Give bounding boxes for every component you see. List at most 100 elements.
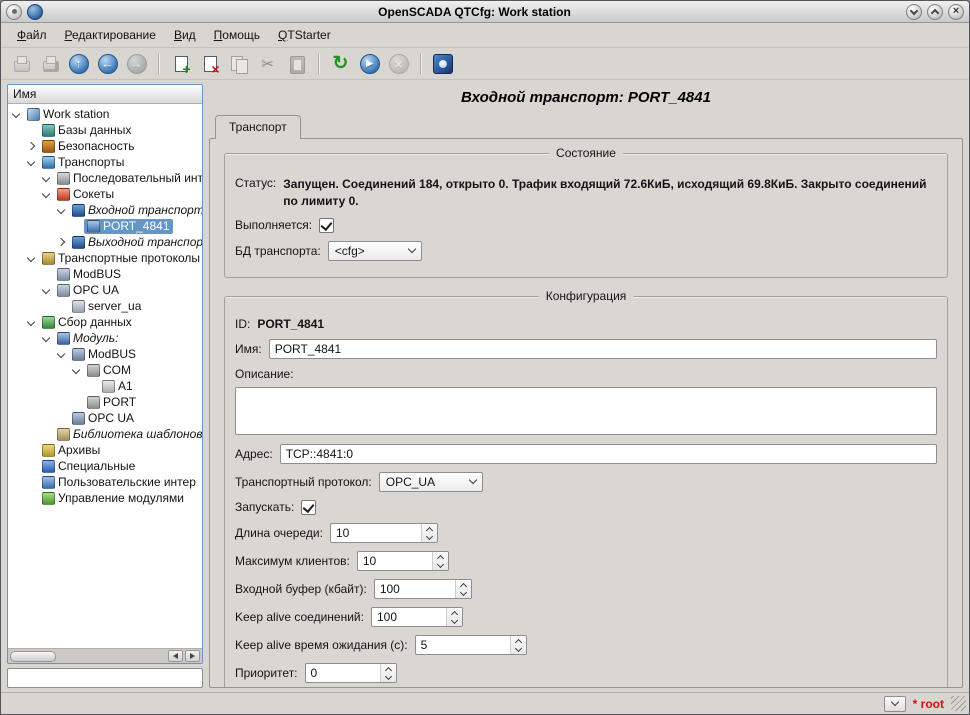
menu-bar: ФайлРедактированиеВидПомощьQTStarter [1, 23, 969, 48]
tree-item[interactable]: Транспортные протоколы [8, 250, 202, 266]
spin-arrows[interactable] [446, 608, 462, 626]
tree-item[interactable]: Сбор данных [8, 314, 202, 330]
description-textarea[interactable] [235, 387, 937, 435]
minimize-button[interactable] [906, 4, 922, 20]
collapse-arrow-icon[interactable] [26, 253, 37, 264]
menu-edit[interactable]: Редактирование [57, 24, 164, 46]
close-button[interactable]: × [948, 4, 964, 20]
tab-transport[interactable]: Транспорт [215, 115, 301, 139]
resize-grip[interactable] [951, 696, 966, 711]
collapse-arrow-icon[interactable] [41, 173, 52, 184]
collapse-arrow-icon[interactable] [41, 333, 52, 344]
max-clients-spinbox[interactable]: 10 [357, 551, 449, 571]
tree-item[interactable]: OPC UA [8, 282, 202, 298]
go-back-button[interactable] [94, 50, 121, 77]
horizontal-scrollbar[interactable] [8, 648, 202, 663]
scrollbar-thumb[interactable] [10, 651, 56, 662]
refresh-item-button[interactable] [327, 50, 354, 77]
tree-item[interactable]: Безопасность [8, 138, 202, 154]
tree-spacer [71, 397, 82, 408]
collapse-arrow-icon[interactable] [56, 205, 67, 216]
collapse-arrow-icon[interactable] [56, 349, 67, 360]
protocol-combobox[interactable]: OPC_UA [379, 472, 483, 492]
tree-item[interactable]: Модуль: [8, 330, 202, 346]
spin-arrows[interactable] [421, 524, 437, 542]
controller-icon [87, 396, 100, 409]
spin-arrows[interactable] [510, 636, 526, 654]
input-buffer-spinbox[interactable]: 100 [374, 579, 472, 599]
tree-item-label: Модуль: [73, 331, 118, 345]
qtstarter-button[interactable] [429, 50, 456, 77]
tree-item-cell: ModBUS [69, 347, 139, 362]
tree-item[interactable]: Входной транспорт: [8, 202, 202, 218]
tree-header[interactable]: Имя [8, 85, 202, 104]
scroll-left-button[interactable] [168, 650, 183, 662]
priority-spinbox[interactable]: 0 [305, 663, 397, 683]
tree-item[interactable]: ModBUS [8, 266, 202, 282]
tree-item[interactable]: Последовательный интер [8, 170, 202, 186]
collapse-arrow-icon[interactable] [41, 189, 52, 200]
left-arrow-icon [170, 653, 178, 659]
collapse-arrow-icon[interactable] [26, 317, 37, 328]
tree-item-cell: Work station [24, 107, 112, 122]
menu-qtstarter[interactable]: QTStarter [270, 24, 339, 46]
spin-arrows[interactable] [380, 664, 396, 682]
app-icon[interactable] [27, 4, 43, 20]
tree-item[interactable]: PORT [8, 394, 202, 410]
pin-icon[interactable] [6, 4, 22, 20]
tree-spacer [26, 445, 37, 456]
tree-item[interactable]: Work station [8, 106, 202, 122]
address-field[interactable]: TCP::4841:0 [280, 444, 937, 464]
paste-item-button [283, 50, 310, 77]
expand-arrow-icon[interactable] [26, 141, 37, 152]
tree-item[interactable]: Управление модулями [8, 490, 202, 506]
menu-file[interactable]: Файл [9, 24, 55, 46]
name-field[interactable]: PORT_4841 [269, 339, 937, 359]
tree-item[interactable]: COM [8, 362, 202, 378]
menu-help[interactable]: Помощь [206, 24, 268, 46]
collapse-arrow-icon[interactable] [26, 157, 37, 168]
tree-item[interactable]: PORT_4841 [8, 218, 202, 234]
tree-item[interactable]: server_ua [8, 298, 202, 314]
tree-item[interactable]: Сокеты [8, 186, 202, 202]
spin-arrows[interactable] [432, 552, 448, 570]
max-clients-row: Максимум клиентов:10 [235, 551, 937, 571]
statusbar-dropdown[interactable] [884, 696, 906, 712]
menu-view[interactable]: Вид [166, 24, 204, 46]
scroll-right-button[interactable] [185, 650, 200, 662]
queue-length-spinbox[interactable]: 10 [330, 523, 438, 543]
tree-item-cell: Транспортные протоколы [39, 251, 202, 266]
go-up-button[interactable] [65, 50, 92, 77]
start-checkbox[interactable] [301, 500, 316, 515]
start-periodic-update-button[interactable] [356, 50, 383, 77]
tree-item[interactable]: A1 [8, 378, 202, 394]
delete-item-button[interactable] [196, 50, 223, 77]
tree-item[interactable]: Базы данных [8, 122, 202, 138]
tree-item[interactable]: Выходной транспорт [8, 234, 202, 250]
running-row: Выполняется: [235, 218, 937, 233]
running-label: Выполняется: [235, 218, 312, 232]
tree-item-cell: Модуль: [54, 331, 121, 346]
tree-item[interactable]: Транспорты [8, 154, 202, 170]
collapse-arrow-icon[interactable] [11, 109, 22, 120]
keep-alive-connections-spinbox[interactable]: 100 [371, 607, 463, 627]
expand-arrow-icon[interactable] [56, 237, 67, 248]
tree-item[interactable]: Архивы [8, 442, 202, 458]
tree-item[interactable]: Специальные [8, 458, 202, 474]
tree-item[interactable]: Пользовательские интер [8, 474, 202, 490]
tree-item[interactable]: ModBUS [8, 346, 202, 362]
collapse-arrow-icon[interactable] [71, 365, 82, 376]
spin-arrows[interactable] [455, 580, 471, 598]
delete-icon [200, 54, 220, 74]
running-checkbox[interactable] [319, 218, 334, 233]
tree-filter-input[interactable] [7, 668, 203, 688]
copy-item-button [225, 50, 252, 77]
title-bar[interactable]: OpenSCADA QTCfg: Work station × [1, 1, 969, 23]
transport-db-combobox[interactable]: <cfg> [328, 241, 422, 261]
collapse-arrow-icon[interactable] [41, 285, 52, 296]
add-item-button[interactable] [167, 50, 194, 77]
keep-alive-timeout-spinbox[interactable]: 5 [415, 635, 527, 655]
maximize-button[interactable] [927, 4, 943, 20]
tree-item[interactable]: Библиотека шаблонов: [8, 426, 202, 442]
tree-item[interactable]: OPC UA [8, 410, 202, 426]
